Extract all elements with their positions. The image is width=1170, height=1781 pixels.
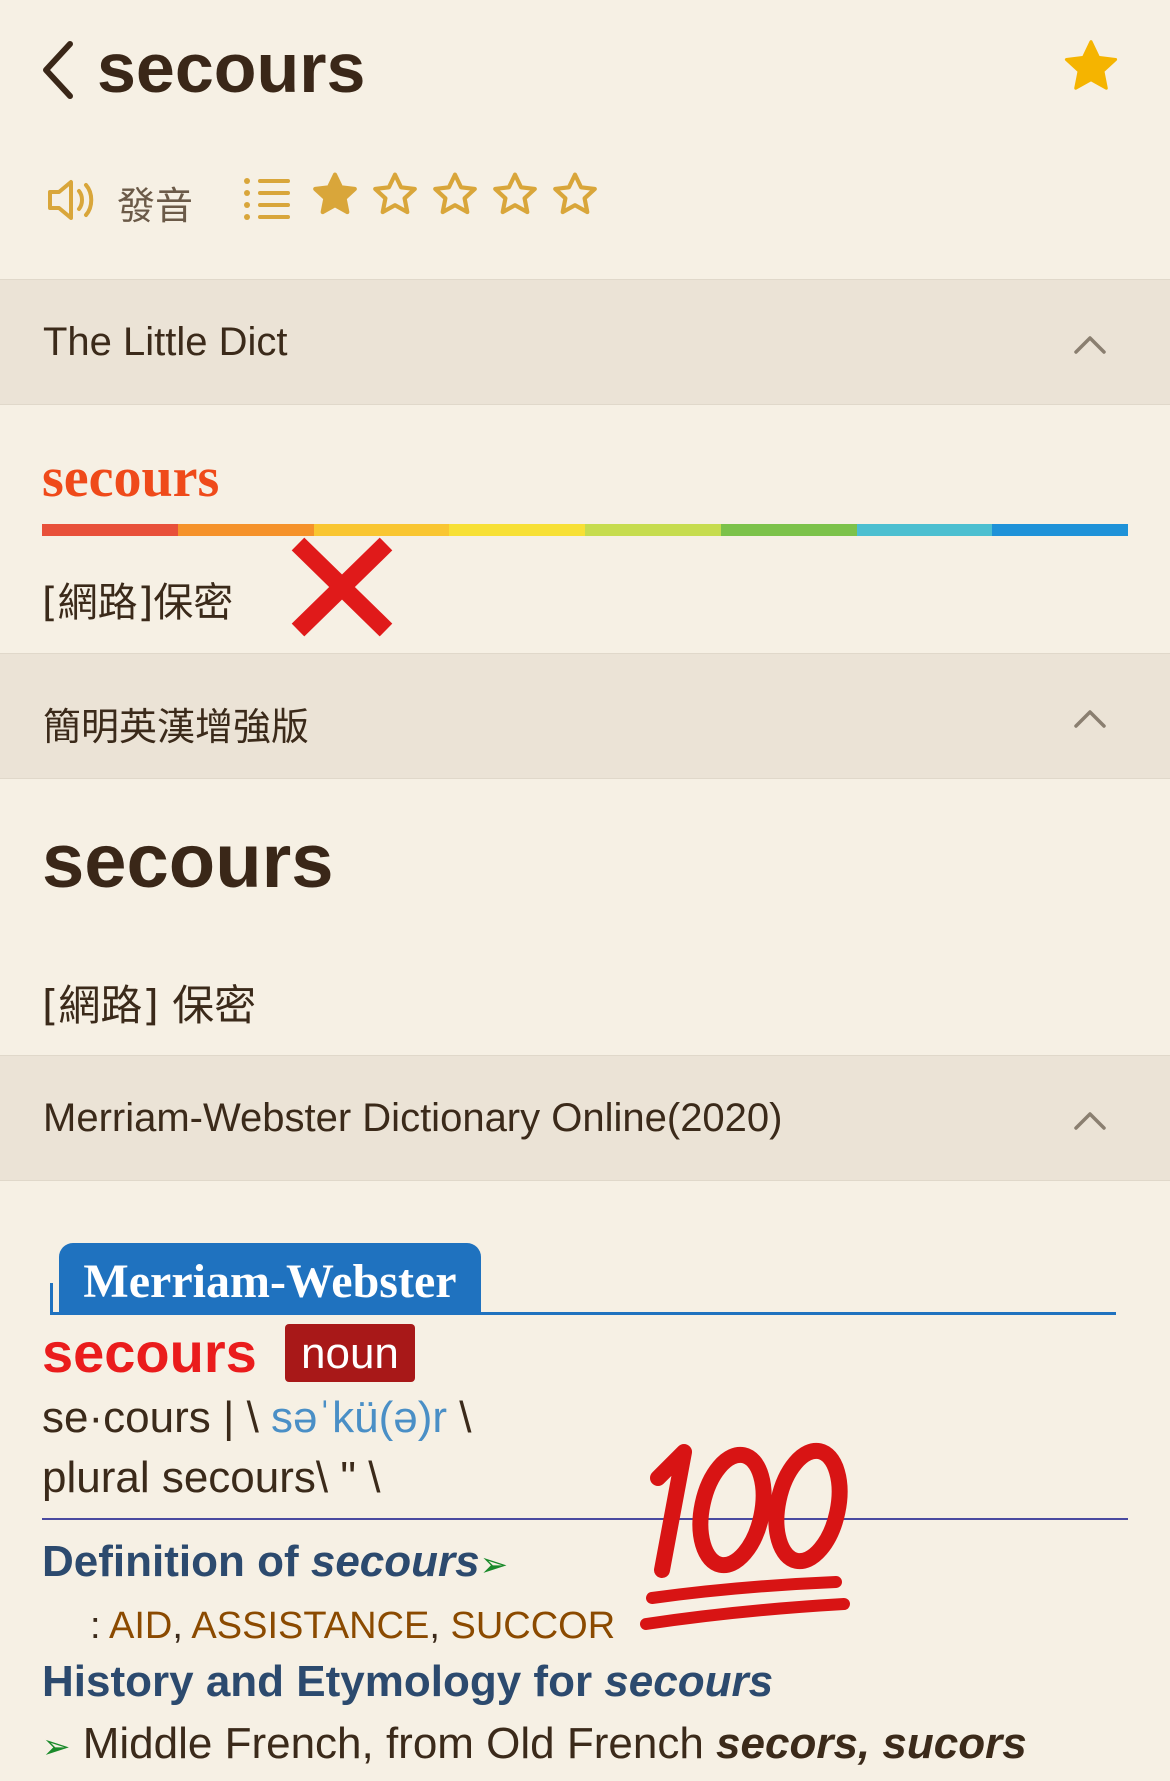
etymology-text: ➢ Middle French, from Old French secors,…	[42, 1719, 1027, 1769]
ety-head-word: secours	[604, 1657, 774, 1706]
ety-forms: secors, sucors	[716, 1719, 1027, 1768]
section-header-little-dict[interactable]: The Little Dict	[0, 279, 1170, 405]
section-title: The Little Dict	[43, 320, 288, 364]
section-header-jianming[interactable]: 簡明英漢增強版	[0, 653, 1170, 779]
page-title: secours	[97, 29, 366, 107]
mw-headword: secours	[42, 1321, 257, 1384]
mw-tab-edge	[50, 1283, 53, 1313]
syn-link-aid[interactable]: AID	[109, 1605, 172, 1647]
arrow-icon[interactable]: ➢	[42, 1728, 71, 1766]
jianming-headword: secours	[42, 819, 334, 904]
mw-tab-underline	[50, 1312, 1116, 1315]
arrow-icon[interactable]: ➢	[480, 1546, 509, 1584]
jianming-definition: [網路] 保密	[42, 981, 257, 1030]
etymology-heading: History and Etymology for secours	[42, 1657, 773, 1707]
star-filled-icon[interactable]	[310, 170, 360, 220]
pron-end: \	[447, 1393, 472, 1442]
list-button[interactable]	[242, 176, 292, 222]
star-outline-icon[interactable]	[490, 170, 540, 220]
sep: ,	[172, 1605, 192, 1647]
back-button[interactable]	[40, 38, 80, 102]
ipa-link[interactable]: səˈkü(ə)r	[271, 1393, 447, 1442]
rainbow-segment	[313, 524, 450, 536]
chevron-up-icon	[1074, 710, 1106, 728]
pronounce-button[interactable]	[46, 176, 98, 224]
definition-heading: Definition of secours➢	[42, 1537, 508, 1587]
rainbow-segment	[449, 524, 585, 536]
little-dict-definition: [網路]保密	[42, 580, 234, 626]
star-outline-icon[interactable]	[430, 170, 480, 220]
rainbow-segment	[42, 524, 178, 536]
section-title: 簡明英漢增強版	[43, 705, 310, 749]
red-x-mark-icon	[291, 537, 393, 637]
syn-link-succor[interactable]: SUCCOR	[450, 1605, 615, 1647]
section-title: Merriam-Webster Dictionary Online(2020)	[43, 1096, 783, 1140]
star-outline-icon[interactable]	[370, 170, 420, 220]
rainbow-segment	[177, 524, 314, 536]
def-head-word: secours	[310, 1537, 480, 1586]
rainbow-segment	[992, 524, 1128, 536]
synonyms: : AID, ASSISTANCE, SUCCOR	[90, 1605, 615, 1648]
mw-pronunciation: se·cours | \ səˈkü(ə)r \	[42, 1393, 472, 1443]
back-chevron-icon	[43, 41, 73, 99]
rainbow-segment	[856, 524, 993, 536]
pronounce-label[interactable]: 發音	[117, 175, 193, 230]
mw-plural: plural secours\ " \	[42, 1453, 381, 1502]
star-outline-icon[interactable]	[550, 170, 600, 220]
little-dict-headword: secours	[42, 447, 220, 509]
speaker-icon	[48, 180, 94, 220]
syn-link-assistance[interactable]: ASSISTANCE	[191, 1605, 429, 1647]
favorite-button[interactable]	[1060, 36, 1122, 98]
pos-badge: noun	[285, 1324, 415, 1382]
section-header-merriam-webster[interactable]: Merriam-Webster Dictionary Online(2020)	[0, 1055, 1170, 1181]
chevron-up-icon	[1074, 336, 1106, 354]
chevron-up-icon	[1074, 1112, 1106, 1130]
sep: ,	[429, 1605, 451, 1647]
rainbow-segment	[720, 524, 857, 536]
rainbow-divider	[42, 524, 1128, 536]
star-filled-icon	[1064, 40, 1118, 90]
divider	[42, 1518, 1128, 1520]
rating-stars[interactable]	[310, 170, 600, 220]
list-icon	[244, 178, 290, 220]
ety-head-prefix: History and Etymology for	[42, 1657, 605, 1706]
mw-brand-tab: Merriam-Webster	[59, 1243, 481, 1315]
def-head-prefix: Definition of	[42, 1537, 311, 1586]
ety-body: Middle French, from Old French	[70, 1719, 717, 1768]
syn-colon: :	[90, 1605, 110, 1647]
rainbow-segment	[585, 524, 721, 536]
syllables: se·cours | \	[42, 1393, 272, 1442]
hundred-points-icon	[640, 1442, 850, 1630]
